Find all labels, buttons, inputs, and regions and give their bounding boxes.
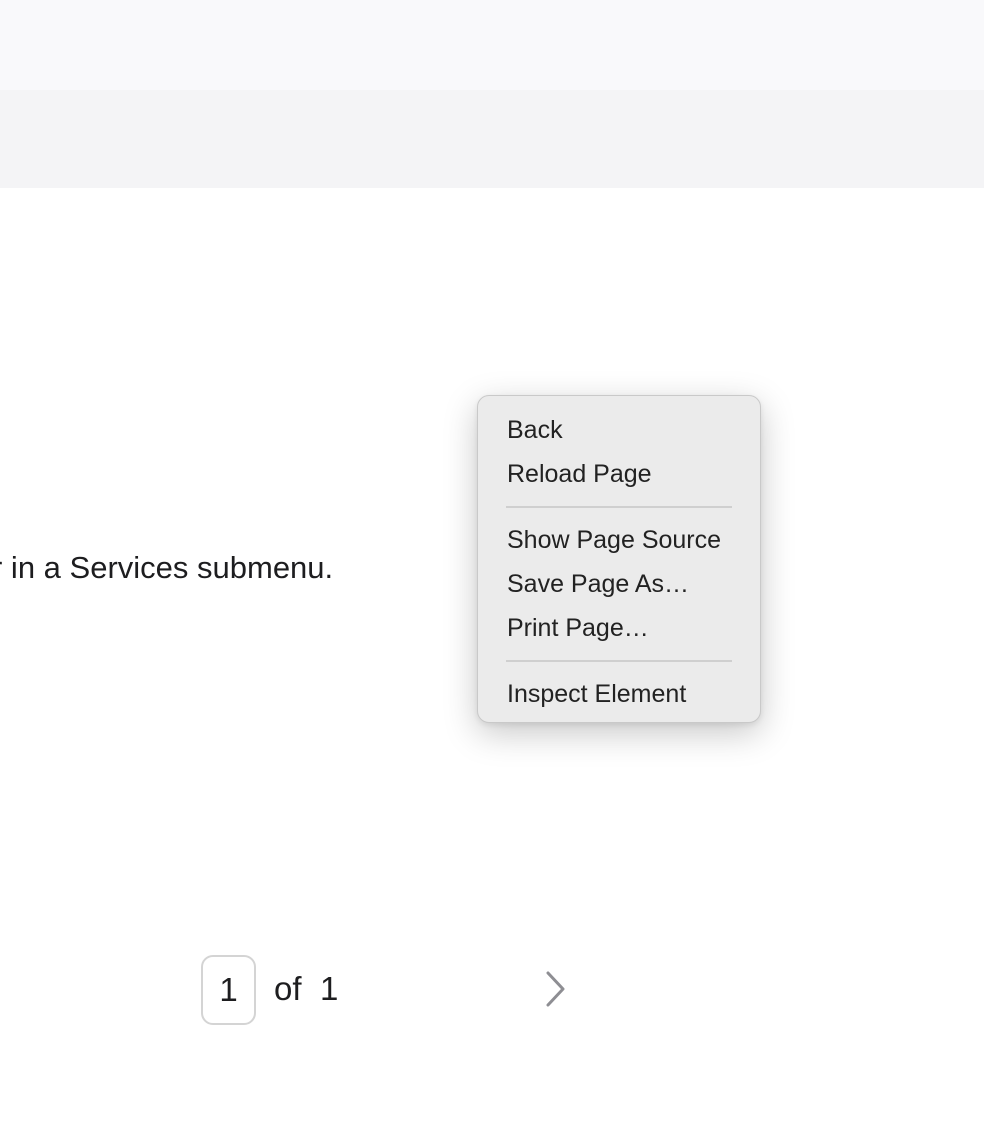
menu-separator: [506, 660, 732, 662]
page-total: 1: [320, 970, 339, 1007]
menu-item-back[interactable]: Back: [478, 408, 760, 452]
next-page-button[interactable]: [536, 968, 576, 1010]
top-bar: [0, 0, 984, 90]
menu-item-print-page[interactable]: Print Page…: [478, 606, 760, 650]
body-text: r in a Services submenu.: [0, 550, 334, 585]
toolbar-area: [0, 90, 984, 188]
menu-item-reload-page[interactable]: Reload Page: [478, 452, 760, 496]
menu-item-save-page-as[interactable]: Save Page As…: [478, 562, 760, 606]
menu-item-show-page-source[interactable]: Show Page Source: [478, 518, 760, 562]
page-of-label: of: [274, 970, 302, 1007]
chevron-right-icon: [546, 971, 565, 1007]
page-number-input[interactable]: 1: [201, 955, 256, 1025]
menu-item-inspect-element[interactable]: Inspect Element: [478, 672, 760, 716]
page: r in a Services submenu. Back Reload Pag…: [0, 0, 984, 1128]
menu-separator: [506, 506, 732, 508]
context-menu: Back Reload Page Show Page Source Save P…: [477, 395, 761, 723]
